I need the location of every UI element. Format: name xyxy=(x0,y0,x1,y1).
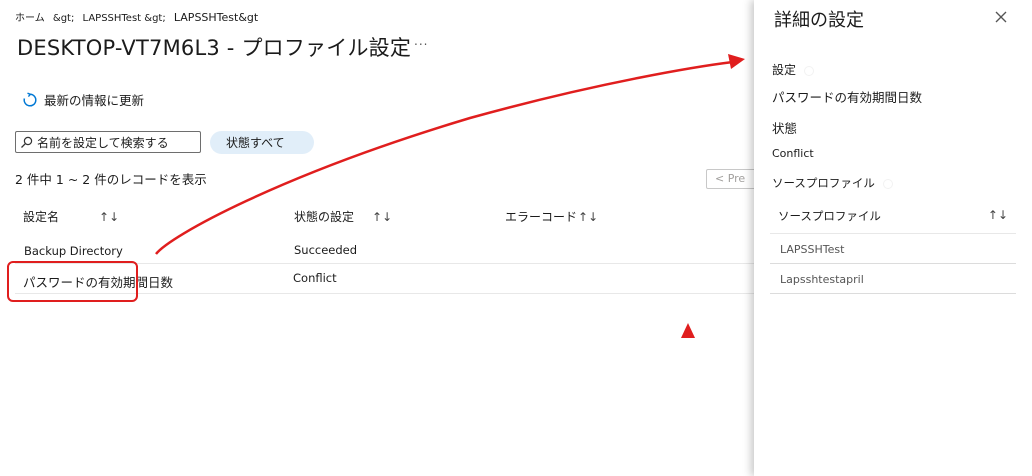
column-header-label: エラーコード xyxy=(505,210,578,224)
status-filter-pill[interactable]: 状態すべて xyxy=(210,131,314,154)
cell-setting-name[interactable]: パスワードの有効期間日数 xyxy=(23,272,173,291)
table-row[interactable]: パスワードの有効期間日数 Conflict xyxy=(15,264,755,294)
annotation-arrow xyxy=(155,60,734,255)
source-profile-name: Lapsshtestapril xyxy=(780,273,864,286)
state-label: 状態 xyxy=(772,121,798,136)
refresh-label: 最新の情報に更新 xyxy=(44,93,145,108)
column-header-state[interactable]: 状態の設定 ↑↓ xyxy=(294,208,392,225)
panel-title: 詳細の設定 xyxy=(774,10,864,31)
column-header-setting[interactable]: 設定名 ↑↓ xyxy=(23,208,119,225)
source-profile-label: ソースプロファイル xyxy=(772,175,893,191)
breadcrumb: ホーム &gt; LAPSSHTest &gt; LAPSSHTest&gt xyxy=(15,9,263,24)
source-profile-table-header[interactable]: ソースプロファイル ↑↓ xyxy=(770,208,1016,234)
source-profile-header-label: ソースプロファイル xyxy=(778,209,881,223)
table-row[interactable]: Backup Directory Succeeded xyxy=(15,236,755,264)
cell-state: Succeeded xyxy=(294,243,358,257)
close-icon[interactable] xyxy=(994,10,1008,24)
info-icon xyxy=(882,178,893,189)
more-options-icon[interactable]: ... xyxy=(414,34,428,48)
source-profile-row[interactable]: Lapsshtestapril xyxy=(770,264,1016,294)
page-title: DESKTOP-VT7M6L3 - プロファイル設定 xyxy=(17,36,412,60)
refresh-button[interactable]: 最新の情報に更新 xyxy=(22,90,144,109)
cell-state: Conflict xyxy=(293,271,337,285)
column-header-label: 設定名 xyxy=(23,210,60,224)
source-profile-row[interactable]: LAPSSHTest xyxy=(770,234,1016,264)
cell-setting-name[interactable]: Backup Directory xyxy=(24,244,123,258)
column-header-label: 状態の設定 xyxy=(294,210,355,224)
record-count: 2 件中 1 ~ 2 件のレコードを表示 xyxy=(15,172,207,187)
info-icon xyxy=(804,65,815,76)
breadcrumb-item-1[interactable]: LAPSSHTest &gt; xyxy=(83,13,166,24)
breadcrumb-home[interactable]: ホーム xyxy=(15,13,45,24)
setting-value: パスワードの有効期間日数 xyxy=(772,90,923,105)
details-panel: 詳細の設定 設定 パスワードの有効期間日数 状態 Conflict ソースプロフ… xyxy=(754,0,1032,476)
search-icon xyxy=(21,136,33,148)
search-input[interactable]: 名前を設定して検索する xyxy=(15,131,201,153)
setting-label: 設定 xyxy=(772,61,815,78)
page: ホーム &gt; LAPSSHTest &gt; LAPSSHTest&gt D… xyxy=(0,0,1032,476)
breadcrumb-item-2[interactable]: LAPSSHTest&gt xyxy=(174,11,258,24)
annotation-arrowhead xyxy=(728,54,745,69)
sort-icon[interactable]: ↑↓ xyxy=(988,208,1008,222)
setting-label-text: 設定 xyxy=(772,63,797,77)
column-header-error-code[interactable]: エラーコード ↑↓ xyxy=(505,208,598,225)
annotation-triangle-marker xyxy=(681,323,695,338)
source-profile-label-text: ソースプロファイル xyxy=(772,176,875,190)
refresh-icon xyxy=(23,92,37,106)
search-placeholder: 名前を設定して検索する xyxy=(37,135,169,150)
sort-icon[interactable]: ↑↓ xyxy=(99,210,119,224)
breadcrumb-separator: &gt; xyxy=(52,13,75,24)
state-value: Conflict xyxy=(772,147,814,160)
sort-icon[interactable]: ↑↓ xyxy=(372,210,392,224)
source-profile-name: LAPSSHTest xyxy=(780,243,845,256)
sort-icon[interactable]: ↑↓ xyxy=(578,210,598,224)
